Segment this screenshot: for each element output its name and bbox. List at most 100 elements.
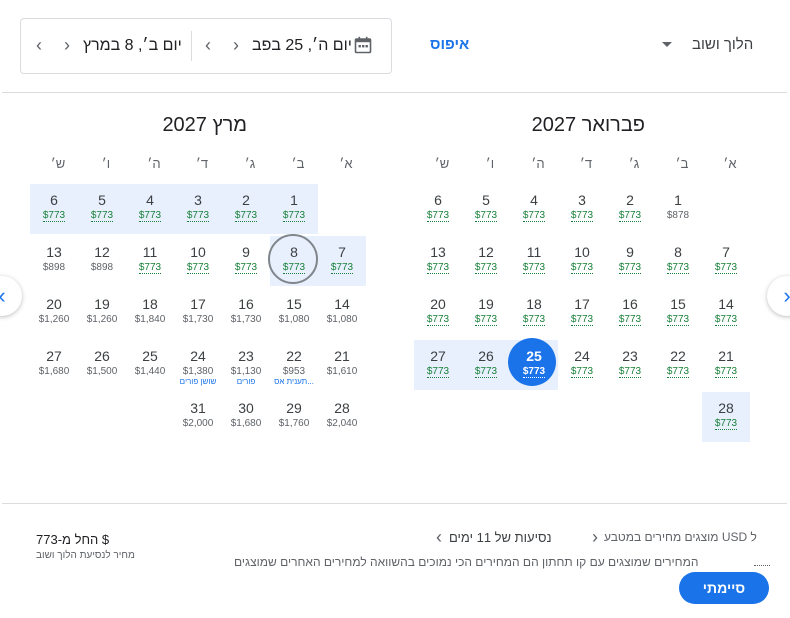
day-cell[interactable]: 14 $1,080	[318, 288, 366, 336]
day-cell[interactable]: 3 $773	[174, 184, 222, 232]
return-next-button[interactable]: ›	[57, 19, 77, 73]
day-price: $773	[510, 262, 558, 274]
day-price: $773	[654, 262, 702, 274]
day-cell[interactable]: 16 $1,730	[222, 288, 270, 336]
trip-length-next-icon[interactable]: ›	[592, 527, 598, 548]
day-number: 17	[190, 296, 206, 312]
day-cell[interactable]: 1 $773	[270, 184, 318, 232]
day-cell[interactable]: 2 $773	[222, 184, 270, 232]
day-cell[interactable]: 2 $773	[606, 184, 654, 232]
day-price: $1,730	[174, 314, 222, 325]
day-cell[interactable]: 9 $773	[222, 236, 270, 284]
day-price: $773	[222, 210, 270, 222]
day-number: 4	[530, 192, 538, 208]
day-cell[interactable]: 1 $878	[654, 184, 702, 232]
departure-next-button[interactable]: ›	[226, 19, 246, 73]
day-cell[interactable]: 25 $773	[508, 338, 558, 388]
day-price: $773	[606, 314, 654, 326]
day-cell[interactable]: 29 $1,760	[270, 392, 318, 440]
date-range-field[interactable]: ‹ › יום ב׳, 8 במרץ ‹ › יום ה׳, 25 בפב	[20, 18, 392, 74]
day-cell[interactable]: 5 $773	[78, 184, 126, 232]
day-cell[interactable]: 24 $1,380 שושן פורים	[174, 340, 222, 388]
departure-prev-button[interactable]: ‹	[198, 19, 218, 73]
day-cell[interactable]: 12 $773	[462, 236, 510, 284]
day-price-text: $773	[618, 366, 642, 378]
day-price-text: $773	[42, 210, 66, 222]
day-cell[interactable]: 26 $1,500	[78, 340, 126, 388]
day-price-text: $773	[474, 314, 498, 326]
day-cell[interactable]: 6 $773	[414, 184, 462, 232]
return-date-text[interactable]: יום ב׳, 8 במרץ	[83, 19, 182, 73]
day-cell[interactable]: 27 $773	[414, 340, 462, 388]
day-cell[interactable]: 20 $1,260	[30, 288, 78, 336]
day-cell[interactable]: 8 $773	[268, 234, 318, 284]
day-cell[interactable]: 11 $773	[126, 236, 174, 284]
reset-button[interactable]: איפוס	[430, 36, 469, 53]
day-cell[interactable]: 5 $773	[462, 184, 510, 232]
day-price: $773	[462, 210, 510, 222]
day-number: 12	[94, 244, 110, 260]
day-cell[interactable]: 13 $773	[414, 236, 462, 284]
day-cell[interactable]: 23 $773	[606, 340, 654, 388]
day-cell[interactable]: 4 $773	[510, 184, 558, 232]
day-cell[interactable]: 14 $773	[702, 288, 750, 336]
day-cell[interactable]: 16 $773	[606, 288, 654, 336]
day-cell[interactable]: 18 $773	[510, 288, 558, 336]
trip-length-select[interactable]: נסיעות של 11 ימים	[449, 530, 552, 545]
day-cell[interactable]: 19 $1,260	[78, 288, 126, 336]
day-cell[interactable]: 9 $773	[606, 236, 654, 284]
day-cell[interactable]: 26 $773	[462, 340, 510, 388]
day-cell[interactable]: 17 $1,730	[174, 288, 222, 336]
day-cell[interactable]: 25 $1,440	[126, 340, 174, 388]
day-price-text: $773	[90, 210, 114, 222]
day-number: 14	[718, 296, 734, 312]
day-cell[interactable]: 15 $1,080	[270, 288, 318, 336]
departure-date-text[interactable]: יום ה׳, 25 בפב	[252, 19, 352, 73]
day-cell[interactable]: 13 $898	[30, 236, 78, 284]
day-price: $773	[654, 366, 702, 378]
day-cell[interactable]: 28 $2,040	[318, 392, 366, 440]
day-cell[interactable]: 12 $898	[78, 236, 126, 284]
day-cell[interactable]: 7 $773	[318, 236, 366, 284]
previous-month-button[interactable]: ‹	[0, 276, 22, 316]
next-month-button[interactable]: ›	[767, 276, 790, 316]
day-price-text: $1,260	[38, 314, 70, 325]
day-cell[interactable]: 30 $1,680	[222, 392, 270, 440]
done-button[interactable]: סיימתי	[679, 572, 769, 604]
return-prev-button[interactable]: ‹	[29, 19, 49, 73]
day-number: 10	[574, 244, 590, 260]
day-cell[interactable]: 4 $773	[126, 184, 174, 232]
month-title: פברואר 2027	[531, 114, 645, 136]
day-cell[interactable]: 28 $773	[702, 392, 750, 440]
day-cell[interactable]: 21 $773	[702, 340, 750, 388]
day-cell[interactable]: 15 $773	[654, 288, 702, 336]
day-cell[interactable]: 17 $773	[558, 288, 606, 336]
day-cell[interactable]: 22 $773	[654, 340, 702, 388]
day-cell[interactable]: 18 $1,840	[126, 288, 174, 336]
day-cell[interactable]: 19 $773	[462, 288, 510, 336]
day-cell[interactable]: 7 $773	[702, 236, 750, 284]
day-cell[interactable]: 6 $773	[30, 184, 78, 232]
day-number: 3	[578, 192, 586, 208]
day-cell[interactable]: 3 $773	[558, 184, 606, 232]
day-price: $1,500	[78, 366, 126, 377]
day-cell[interactable]: 31 $2,000	[174, 392, 222, 440]
day-number: 14	[334, 296, 350, 312]
day-cell[interactable]: 27 $1,680	[30, 340, 78, 388]
day-number: 25	[142, 348, 158, 364]
day-cell[interactable]: 24 $773	[558, 340, 606, 388]
day-cell[interactable]: 10 $773	[174, 236, 222, 284]
day-cell[interactable]: 22 $953 תענית אס...	[270, 340, 318, 388]
day-cell[interactable]: 20 $773	[414, 288, 462, 336]
day-number: 24	[574, 348, 590, 364]
month-title: מרץ 2027	[162, 114, 247, 136]
day-cell[interactable]: 8 $773	[654, 236, 702, 284]
day-cell[interactable]: 21 $1,610	[318, 340, 366, 388]
day-cell[interactable]: 11 $773	[510, 236, 558, 284]
day-cell[interactable]: 23 $1,130 פורים	[222, 340, 270, 388]
day-price-text: $773	[186, 210, 210, 222]
day-number: 18	[142, 296, 158, 312]
trip-length-prev-icon[interactable]: ‹	[436, 527, 442, 548]
trip-type-select[interactable]: הלוך ושוב	[692, 36, 753, 53]
day-cell[interactable]: 10 $773	[558, 236, 606, 284]
